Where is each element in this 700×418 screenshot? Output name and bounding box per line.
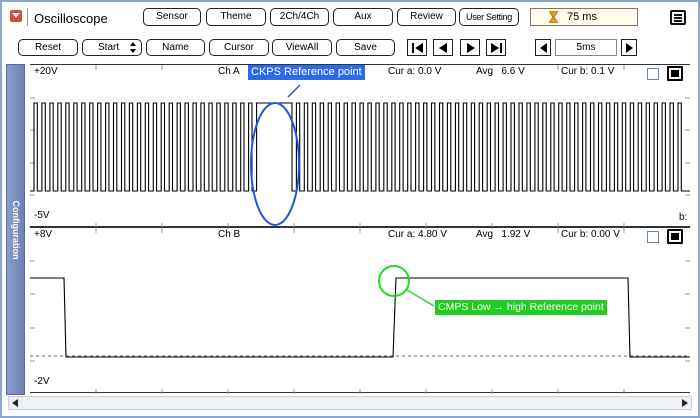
triangle-left-icon: [12, 399, 18, 407]
channel-a-average: Avg 6.6 V: [475, 66, 526, 77]
first-frame-button[interactable]: [407, 39, 427, 56]
save-button[interactable]: Save: [336, 39, 395, 56]
channel-b-average: Avg 1.92 V: [475, 229, 532, 240]
channel-b-name: Ch B: [217, 229, 242, 240]
timebase-increase-button[interactable]: [621, 39, 637, 56]
channel-a-top-scale: +20V: [33, 66, 59, 77]
theme-button[interactable]: Theme: [206, 8, 266, 26]
cmps-callout: CMPS Low → high Reference point: [435, 300, 607, 315]
main-toolbar: Oscilloscope Sensor Theme 2Ch/4Ch Aux Re…: [2, 2, 698, 32]
channel-a-waveform: [30, 65, 690, 228]
horizontal-scrollbar[interactable]: [8, 396, 692, 410]
last-frame-button[interactable]: [486, 39, 506, 56]
ckps-callout-leader: [287, 84, 301, 98]
triangle-left-icon: [540, 43, 547, 53]
channel-a-cursor-b: Cur b: 0.1 V: [560, 66, 616, 77]
channel-a-checkbox[interactable]: [647, 68, 659, 80]
hourglass-icon: [549, 11, 558, 23]
user-setting-button[interactable]: User Setting: [459, 8, 519, 26]
channel-b-cursor-b: Cur b: 0.00 V: [560, 229, 621, 240]
timebase-value: 5ms: [555, 39, 617, 56]
channel-a-marker-b: b:: [678, 212, 689, 223]
play-back-icon: [439, 43, 447, 53]
aux-button[interactable]: Aux: [333, 8, 393, 26]
app-title: Oscilloscope: [34, 11, 108, 26]
toolbar-divider: [27, 8, 28, 26]
channel-a-cursor-a: Cur a: 0.0 V: [387, 66, 443, 77]
timebase-decrease-button[interactable]: [535, 39, 551, 56]
scroll-right-button[interactable]: [679, 397, 691, 409]
skip-end-icon: [491, 43, 502, 53]
triangle-right-icon: [682, 399, 688, 407]
up-down-arrows-icon: [130, 42, 136, 53]
scroll-left-button[interactable]: [9, 397, 21, 409]
cmps-callout-leader: [406, 289, 435, 307]
oscilloscope-window: Oscilloscope Sensor Theme 2Ch/4Ch Aux Re…: [0, 0, 700, 418]
ckps-callout: CKPS Reference point: [248, 65, 365, 80]
review-button[interactable]: Review: [397, 8, 456, 26]
channel-a-signal: [30, 102, 690, 192]
triangle-right-icon: [626, 43, 633, 53]
cursor-button[interactable]: Cursor: [209, 39, 269, 56]
sample-time-value: 75 ms: [567, 11, 597, 23]
channel-a-bottom-scale: -5V: [33, 210, 51, 221]
viewall-button[interactable]: ViewAll: [272, 39, 332, 56]
channel-a-name: Ch A: [217, 66, 241, 77]
dropdown-arrow-icon[interactable]: [10, 10, 22, 22]
configuration-tab[interactable]: Configuration: [6, 64, 25, 395]
channel-b-plot[interactable]: +8V -2V Ch B Cur a: 4.80 V Avg 1.92 V Cu…: [30, 227, 690, 394]
play-icon: [467, 43, 475, 53]
sensor-button[interactable]: Sensor: [143, 8, 201, 26]
channel-a-plot[interactable]: +20V -5V Ch A Cur a: 0.0 V Avg 6.6 V Cur…: [30, 64, 690, 228]
start-label: Start: [98, 42, 120, 53]
channel-b-top-scale: +8V: [33, 229, 54, 240]
channel-b-signal: [30, 277, 690, 358]
configuration-label: Configuration: [10, 200, 21, 259]
menu-icon[interactable]: [670, 10, 686, 25]
skip-start-icon: [412, 43, 423, 53]
previous-frame-button[interactable]: [433, 39, 453, 56]
channels-button[interactable]: 2Ch/4Ch: [270, 8, 329, 26]
channel-b-bottom-scale: -2V: [33, 376, 51, 387]
reset-button[interactable]: Reset: [18, 39, 78, 56]
channel-b-checkbox[interactable]: [647, 231, 659, 243]
next-frame-button[interactable]: [460, 39, 480, 56]
channel-b-cursor-a: Cur a: 4.80 V: [387, 229, 448, 240]
name-button[interactable]: Name: [146, 39, 205, 56]
channel-b-display-toggle[interactable]: [667, 229, 683, 244]
channel-a-display-toggle[interactable]: [667, 66, 683, 81]
cmps-highlight-circle: [378, 265, 410, 297]
sample-time-display: 75 ms: [530, 8, 638, 26]
start-button[interactable]: Start: [82, 39, 142, 56]
